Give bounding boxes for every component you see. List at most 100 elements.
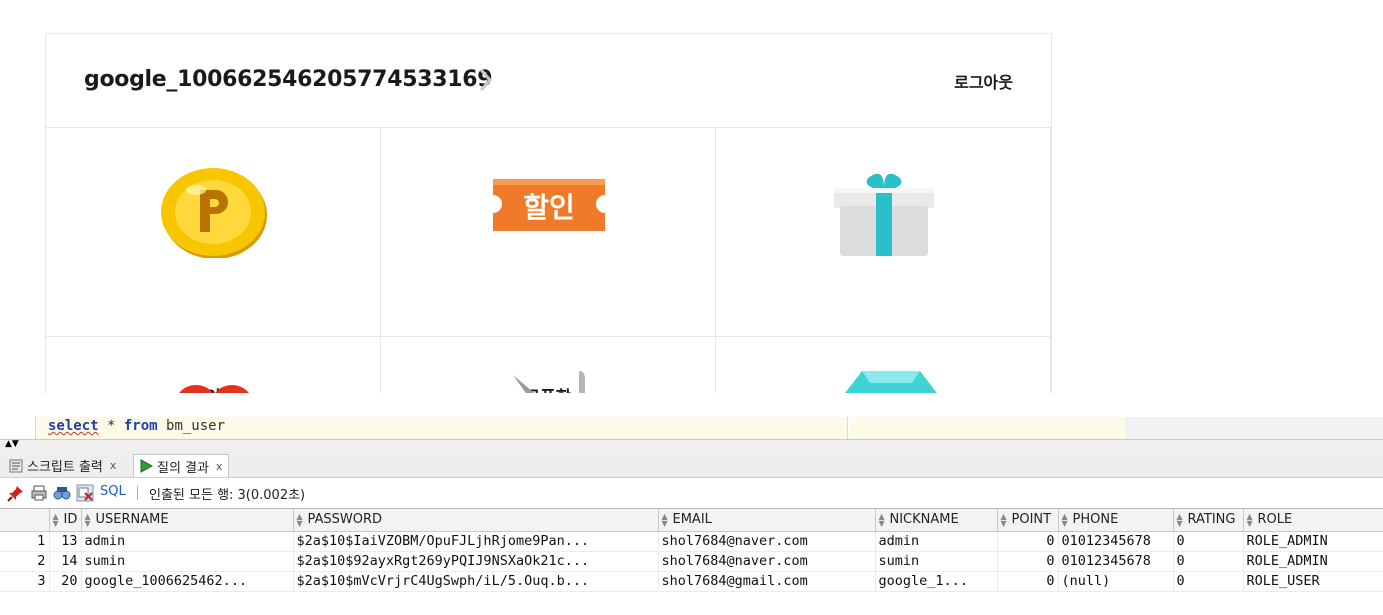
column-header-id[interactable]: ▲ ▼ ID bbox=[49, 509, 82, 532]
sql-keyword-select: select bbox=[48, 418, 99, 434]
sort-icon[interactable]: ▲ ▼ bbox=[297, 512, 305, 527]
pin-icon[interactable] bbox=[7, 484, 25, 502]
script-output-icon bbox=[9, 459, 23, 472]
menu-item-point[interactable]: 포인트 bbox=[46, 128, 381, 393]
menu-item-diamond[interactable] bbox=[716, 337, 1051, 393]
cell-role[interactable]: ROLE_ADMIN bbox=[1243, 551, 1383, 572]
tab-query-result[interactable]: 질의 결과 x bbox=[133, 454, 229, 477]
cell-id[interactable]: 13 bbox=[49, 531, 82, 552]
cell-rating[interactable]: 0 bbox=[1173, 551, 1244, 572]
tab-close-icon[interactable]: x bbox=[216, 460, 223, 473]
menu-item-gift[interactable]: 선물함 bbox=[716, 128, 1051, 393]
logout-button[interactable]: 로그아웃 bbox=[954, 69, 1013, 93]
sort-icon[interactable]: ▲ ▼ bbox=[1062, 512, 1070, 527]
diamond-icon bbox=[845, 371, 937, 393]
coupon-ticket-text: 할인 bbox=[523, 191, 575, 224]
row-number[interactable]: 2 bbox=[0, 551, 50, 572]
row-number[interactable]: 3 bbox=[0, 571, 50, 592]
editor-margin bbox=[1125, 417, 1383, 439]
tab-query-label: 질의 결과 bbox=[157, 460, 209, 476]
cell-username[interactable]: google_1006625462... bbox=[81, 571, 294, 592]
sql-developer-panel: select * from bm_user ▲▼ 스크립트 출력 x 질의 결과… bbox=[0, 393, 1383, 615]
cancel-query-icon[interactable] bbox=[76, 484, 94, 502]
tab-script-label: 스크립트 출력 bbox=[27, 460, 103, 475]
table-header-row: ▲ ▼ ID ▲ ▼ USERNAME ▲ ▼ PASSWORD ▲ ▼ EMAIL ▲ ▼ NIC… bbox=[0, 509, 1383, 532]
tab-script-output[interactable]: 스크립트 출력 x bbox=[4, 454, 121, 477]
table-row[interactable]: 2 14 sumin $2a$10$92ayxRgt269yPQIJ9NSXaO… bbox=[0, 551, 1383, 572]
menu-item-cursor[interactable] bbox=[381, 337, 716, 393]
point-coin-icon bbox=[161, 168, 267, 258]
fetch-status: 인출된 모든 행: 3(0.002초) bbox=[149, 488, 306, 503]
sort-icon[interactable]: ▲ ▼ bbox=[85, 512, 93, 527]
column-header-username[interactable]: ▲ ▼ USERNAME bbox=[81, 509, 294, 532]
column-header-point[interactable]: ▲ ▼ POINT bbox=[997, 509, 1059, 532]
editor-current-line[interactable]: select * from bm_user bbox=[36, 417, 848, 439]
cell-role[interactable]: ROLE_ADMIN bbox=[1243, 531, 1383, 552]
cell-id[interactable]: 20 bbox=[49, 571, 82, 592]
result-grid[interactable]: ▲ ▼ ID ▲ ▼ USERNAME ▲ ▼ PASSWORD ▲ ▼ EMAIL ▲ ▼ NIC… bbox=[0, 508, 1383, 615]
result-tabs: 스크립트 출력 x 질의 결과 x bbox=[0, 451, 1383, 478]
cell-email[interactable]: shol7684@naver.com bbox=[658, 551, 876, 572]
cell-phone[interactable]: (null) bbox=[1058, 571, 1174, 592]
cell-point[interactable]: 0 bbox=[997, 531, 1059, 552]
column-header-rating[interactable]: ▲ ▼ RATING bbox=[1173, 509, 1244, 532]
table-row[interactable]: 3 20 google_1006625462... $2a$10$mVcVrjr… bbox=[0, 571, 1383, 592]
editor-gutter bbox=[0, 417, 36, 439]
cell-username[interactable]: sumin bbox=[81, 551, 294, 572]
cell-nickname[interactable]: admin bbox=[875, 531, 998, 552]
cell-email[interactable]: shol7684@gmail.com bbox=[658, 571, 876, 592]
cell-id[interactable]: 14 bbox=[49, 551, 82, 572]
cell-password[interactable]: $2a$10$92ayxRgt269yPQIJ9NSXaOk21c... bbox=[293, 551, 659, 572]
cell-rating[interactable]: 0 bbox=[1173, 571, 1244, 592]
column-header-nickname[interactable]: ▲ ▼ NICKNAME bbox=[875, 509, 998, 532]
sort-icon[interactable]: ▲ ▼ bbox=[879, 512, 887, 527]
sql-statement[interactable]: select * from bm_user bbox=[48, 418, 225, 434]
sort-icon[interactable]: ▲ ▼ bbox=[662, 512, 670, 527]
cell-nickname[interactable]: google_1... bbox=[875, 571, 998, 592]
menu-item-heart[interactable] bbox=[46, 337, 381, 393]
row-number-header bbox=[0, 509, 50, 532]
table-row[interactable]: 1 13 admin $2a$10$IaiVZOBM/OpuFJLjhRjome… bbox=[0, 531, 1383, 552]
cell-phone[interactable]: 01012345678 bbox=[1058, 531, 1174, 552]
column-header-email[interactable]: ▲ ▼ EMAIL bbox=[658, 509, 876, 532]
row-number[interactable]: 1 bbox=[0, 531, 50, 552]
column-header-phone[interactable]: ▲ ▼ PHONE bbox=[1058, 509, 1174, 532]
run-play-icon bbox=[140, 459, 153, 473]
column-header-password[interactable]: ▲ ▼ PASSWORD bbox=[293, 509, 659, 532]
print-icon[interactable] bbox=[30, 484, 48, 502]
cell-role[interactable]: ROLE_USER bbox=[1243, 571, 1383, 592]
chevron-right-icon[interactable] bbox=[479, 68, 493, 92]
column-header-role[interactable]: ▲ ▼ ROLE bbox=[1243, 509, 1383, 532]
refresh-binoculars-icon[interactable] bbox=[53, 484, 71, 502]
sql-keyword-from: from bbox=[123, 418, 158, 434]
sort-icon[interactable]: ▲ ▼ bbox=[53, 512, 61, 527]
sort-icon[interactable]: ▲ ▼ bbox=[1001, 512, 1009, 527]
cell-point[interactable]: 0 bbox=[997, 571, 1059, 592]
menu-item-coupon[interactable]: 할인 쿠폰함 bbox=[381, 128, 716, 393]
cell-rating[interactable]: 0 bbox=[1173, 531, 1244, 552]
cell-password[interactable]: $2a$10$IaiVZOBM/OpuFJLjhRjome9Pan... bbox=[293, 531, 659, 552]
sort-icon[interactable]: ▲ ▼ bbox=[1247, 512, 1255, 527]
profile-username[interactable]: google_100662546205774533169 bbox=[84, 67, 493, 92]
cell-phone[interactable]: 01012345678 bbox=[1058, 551, 1174, 572]
splitter-arrows-icon[interactable]: ▲▼ bbox=[5, 440, 19, 449]
cursor-hand-icon bbox=[513, 371, 585, 393]
sql-editor[interactable]: select * from bm_user bbox=[0, 417, 1383, 439]
cell-username[interactable]: admin bbox=[81, 531, 294, 552]
result-table: ▲ ▼ ID ▲ ▼ USERNAME ▲ ▼ PASSWORD ▲ ▼ EMAIL ▲ ▼ NIC… bbox=[0, 509, 1383, 592]
sort-icon[interactable]: ▲ ▼ bbox=[1177, 512, 1185, 527]
coupon-ticket-icon: 할인 bbox=[493, 179, 605, 231]
result-toolbar: SQL 인출된 모든 행: 3(0.002초) bbox=[0, 479, 1383, 506]
cell-nickname[interactable]: sumin bbox=[875, 551, 998, 572]
sql-button[interactable]: SQL bbox=[100, 484, 126, 499]
cell-password[interactable]: $2a$10$mVcVrjrC4UgSwph/iL/5.Ouq.b... bbox=[293, 571, 659, 592]
mypage-panel: google_100662546205774533169 로그아웃 포인트 할인 bbox=[0, 0, 1383, 393]
cell-email[interactable]: shol7684@naver.com bbox=[658, 531, 876, 552]
panel-splitter[interactable]: ▲▼ bbox=[0, 439, 1383, 451]
toolbar-separator bbox=[137, 486, 138, 500]
mypage-card: google_100662546205774533169 로그아웃 포인트 할인 bbox=[45, 33, 1052, 393]
tab-close-icon[interactable]: x bbox=[110, 459, 117, 472]
sql-star: * bbox=[98, 418, 124, 434]
cell-point[interactable]: 0 bbox=[997, 551, 1059, 572]
gift-box-icon bbox=[834, 173, 934, 256]
